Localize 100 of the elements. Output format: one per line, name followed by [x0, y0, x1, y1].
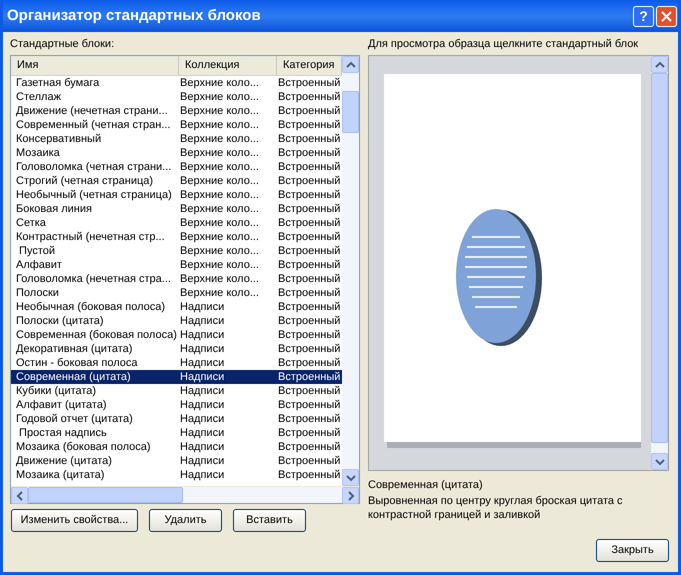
table-cell: Встроенный: [278, 90, 340, 104]
list-row[interactable]: Годовой отчет (цитата) Надписи Встроенный: [11, 412, 342, 426]
list-row[interactable]: Пустой Верхние коло... Встроенный: [11, 244, 342, 258]
list-row[interactable]: Боковая линия Верхние коло... Встроенный: [11, 202, 342, 216]
table-cell: Встроенный: [278, 118, 340, 132]
table-cell-text: Движение (нечетная страни...: [16, 104, 169, 118]
list-row[interactable]: Головоломка (четная страни... Верхние коло... Встроенный: [11, 160, 342, 174]
block-description: Выровненная по центру круглая броская цитата с контрастной границей и заливкой: [368, 494, 624, 522]
table-cell-text: Мозаика: [16, 146, 61, 160]
table-cell-text: Необычная (боковая полоса): [16, 300, 166, 314]
scroll-up-icon[interactable]: [342, 56, 359, 73]
table-cell-text: Надписи: [180, 468, 226, 482]
table-cell-text: Верхние коло...: [180, 104, 260, 118]
table-cell: Встроенный: [278, 314, 340, 328]
table-cell-text: Надписи: [180, 384, 226, 398]
column-header[interactable]: Коллекция: [179, 56, 277, 75]
table-cell-text: Мозаика (цитата): [16, 468, 106, 482]
table-cell-text: Газетная бумага: [16, 76, 100, 90]
help-button[interactable]: ?: [633, 6, 654, 26]
list-row[interactable]: Современный (четная стран... Верхние коло... Встроенный: [11, 118, 342, 132]
list-row[interactable]: Декоративная (цитата) Надписи Встроенный: [11, 342, 342, 356]
table-cell: Встроенный: [278, 160, 340, 174]
scroll-down-icon[interactable]: [651, 453, 668, 470]
preview-label: Для просмотра образца щелкните стандартный блок: [368, 37, 640, 52]
list-row[interactable]: Контрастный (нечетная стр... Верхние коло... Встроенный: [11, 230, 342, 244]
list-row[interactable]: Стеллаж Верхние коло... Встроенный: [11, 90, 342, 104]
scroll-right-icon[interactable]: [342, 487, 359, 504]
table-cell-text: Движение (цитата): [16, 454, 113, 468]
scroll-thumb[interactable]: [342, 91, 359, 133]
table-cell-text: Верхние коло...: [180, 90, 260, 104]
scroll-left-icon[interactable]: [11, 487, 28, 504]
table-cell-text: Современная (боковая полоса): [16, 328, 178, 342]
list-row[interactable]: Алфавит (цитата) Надписи Встроенный: [11, 398, 342, 412]
table-cell: Встроенный: [278, 244, 340, 258]
close-button[interactable]: [656, 6, 677, 26]
table-cell-text: Надписи: [180, 398, 226, 412]
list-row[interactable]: Мозаика Верхние коло... Встроенный: [11, 146, 342, 160]
table-cell-text: Верхние коло...: [180, 244, 260, 258]
table-cell: Встроенный: [278, 216, 340, 230]
list-row[interactable]: Движение (нечетная страни... Верхние коло... Встроенный: [11, 104, 342, 118]
table-cell-text: Пустой: [18, 244, 56, 258]
table-cell-text: Верхние коло...: [180, 132, 260, 146]
list-row[interactable]: Кубики (цитата) Надписи Встроенный: [11, 384, 342, 398]
list-row[interactable]: Строгий (четная страница) Верхние коло... Встроенный: [11, 174, 342, 188]
table-cell: Встроенный: [278, 202, 340, 216]
table-cell: Встроенный: [278, 230, 340, 244]
table-cell: Встроенный: [278, 426, 340, 440]
list-row[interactable]: Мозаика (боковая полоса) Надписи Встроенный: [11, 440, 342, 454]
window-title: Организатор стандартных блоков: [7, 6, 262, 26]
vertical-scrollbar[interactable]: [342, 56, 359, 486]
scroll-down-icon[interactable]: [342, 469, 359, 486]
dialog-button[interactable]: Изменить свойства...: [11, 509, 138, 532]
table-cell: Встроенный: [278, 328, 340, 342]
table-cell-text: Надписи: [180, 314, 226, 328]
table-cell: Встроенный: [278, 286, 340, 300]
table-cell-text: Надписи: [180, 356, 226, 370]
table-cell-text: Стеллаж: [16, 90, 62, 104]
table-cell: Встроенный: [278, 356, 340, 370]
scroll-up-icon[interactable]: [651, 56, 668, 73]
table-cell: Встроенный: [278, 188, 340, 202]
scroll-thumb[interactable]: [28, 487, 183, 503]
table-cell-text: Необычный (четная страница): [16, 188, 173, 202]
close-icon: [661, 10, 672, 22]
table-cell-text: Полоски (цитата): [16, 314, 105, 328]
table-cell-text: Контрастный (нечетная стр...: [16, 230, 166, 244]
list-row[interactable]: Простая надпись Надписи Встроенный: [11, 426, 342, 440]
table-cell: Встроенный: [278, 104, 340, 118]
table-cell-text: Верхние коло...: [180, 258, 260, 272]
dialog-button[interactable]: Вставить: [233, 509, 306, 532]
table-cell-text: Годовой отчет (цитата): [16, 412, 134, 426]
table-cell: Встроенный: [278, 412, 340, 426]
list-row[interactable]: Головоломка (нечетная стра... Верхние коло... Встроенный: [11, 272, 342, 286]
list-row[interactable]: Необычная (боковая полоса) Надписи Встроенный: [11, 300, 342, 314]
list-row[interactable]: Полоски Верхние коло... Встроенный: [11, 286, 342, 300]
table-cell: Встроенный: [278, 300, 340, 314]
table-cell-text: Верхние коло...: [180, 272, 260, 286]
list-row[interactable]: Необычный (четная страница) Верхние коло... Встроенный: [11, 188, 342, 202]
table-cell-text: Алфавит: [16, 258, 63, 272]
list-row[interactable]: Алфавит Верхние коло... Встроенный: [11, 258, 342, 272]
table-cell-text: Современный (четная стран...: [16, 118, 172, 132]
dialog-button[interactable]: Удалить: [149, 509, 222, 532]
close-dialog-button[interactable]: Закрыть: [596, 539, 669, 562]
list-row[interactable]: Остин - боковая полоса Надписи Встроенный: [11, 356, 342, 370]
list-row[interactable]: Консервативный Верхние коло... Встроенный: [11, 132, 342, 146]
column-header[interactable]: Имя: [11, 56, 179, 75]
horizontal-scrollbar[interactable]: [11, 486, 359, 503]
list-row[interactable]: Полоски (цитата) Надписи Встроенный: [11, 314, 342, 328]
list-row[interactable]: Современная (боковая полоса) Надписи Встроенный: [11, 328, 342, 342]
table-cell-text: Остин - боковая полоса: [16, 356, 139, 370]
list-row[interactable]: Сетка Верхние коло... Встроенный: [11, 216, 342, 230]
list-row[interactable]: Современная (цитата) Надписи Встроенный: [11, 370, 342, 384]
list-row[interactable]: Газетная бумага Верхние коло... Встроенный: [11, 76, 342, 90]
table-cell-text: Головоломка (нечетная стра...: [16, 272, 172, 286]
table-cell-text: Надписи: [180, 412, 226, 426]
list-row[interactable]: Мозаика (цитата) Надписи Встроенный: [11, 468, 342, 482]
list-row[interactable]: Движение (цитата) Надписи Встроенный: [11, 454, 342, 468]
table-cell-text: Надписи: [180, 300, 226, 314]
table-cell: Встроенный: [278, 342, 340, 356]
table-cell: Встроенный: [278, 454, 340, 468]
table-cell: Встроенный: [278, 468, 340, 482]
